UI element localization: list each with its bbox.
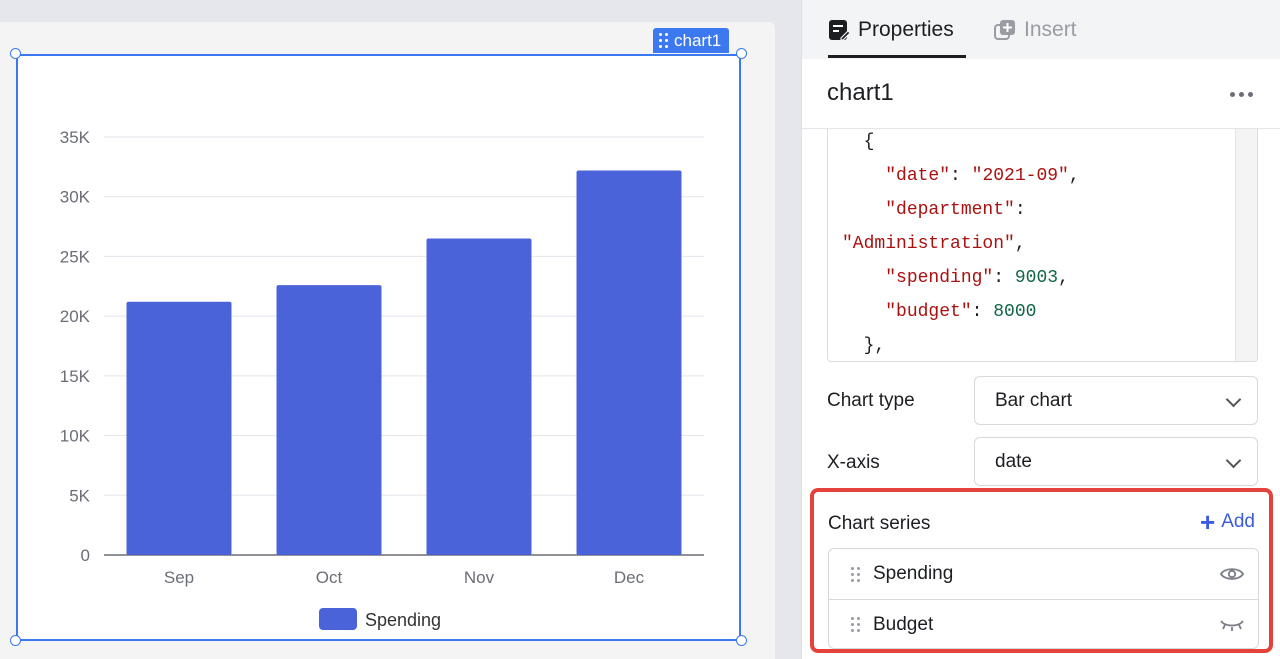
component-name[interactable]: chart1 — [827, 79, 894, 107]
x-tick-label: Sep — [164, 568, 194, 587]
data-code-editor[interactable]: { "date": "2021-09", "department": "Admin… — [827, 129, 1258, 362]
y-tick-label: 15K — [60, 367, 91, 386]
chart-type-select[interactable]: Bar chart — [974, 376, 1258, 425]
code-editor-scrollbar[interactable] — [1235, 129, 1257, 361]
chart-type-value: Bar chart — [995, 389, 1073, 411]
bar — [126, 301, 232, 555]
y-tick-label: 30K — [60, 188, 91, 207]
component-header: chart1 — [802, 59, 1280, 129]
x-axis-value: date — [995, 450, 1032, 472]
chart-component[interactable]: 0 5K 10K 15K 20K 25K 30K 35K Sep Oct Nov Dec Spendin… — [16, 54, 741, 641]
active-tab-indicator — [828, 55, 966, 58]
plus-icon: + — [1200, 507, 1216, 537]
chevron-down-icon — [1225, 391, 1242, 408]
add-series-label: Add — [1221, 511, 1255, 532]
add-series-button[interactable]: + Add — [1200, 507, 1255, 537]
tab-properties-label: Properties — [858, 17, 954, 41]
component-tag[interactable]: chart1 — [653, 28, 730, 53]
component-tag-label: chart1 — [674, 30, 722, 50]
series-name: Spending — [873, 563, 954, 584]
code-line: }, — [842, 336, 886, 356]
chart-type-label: Chart type — [827, 390, 915, 411]
code-line: "Administration", — [842, 234, 1026, 254]
legend-swatch — [319, 608, 357, 630]
chevron-down-icon — [1225, 452, 1242, 469]
drag-handle-icon[interactable] — [851, 566, 860, 582]
eye-icon[interactable] — [1220, 566, 1244, 582]
insert-icon — [994, 19, 1015, 40]
chart-series-section: Chart series + Add Spending Budget — [810, 488, 1273, 653]
y-tick-label: 0 — [81, 546, 90, 565]
resize-handle-top-left[interactable] — [10, 48, 21, 59]
tab-insert[interactable]: Insert — [994, 0, 1077, 59]
code-line: "budget": 8000 — [885, 302, 1037, 322]
legend-label: Spending — [365, 610, 441, 630]
y-tick-label: 10K — [60, 427, 91, 446]
bar — [576, 170, 682, 555]
code-line: "department": — [885, 200, 1026, 220]
resize-handle-top-right[interactable] — [736, 48, 747, 59]
resize-handle-bottom-left[interactable] — [10, 635, 21, 646]
properties-icon — [829, 19, 850, 41]
properties-panel: Properties Insert chart1 { "date": "2021… — [801, 0, 1280, 659]
eye-closed-icon[interactable] — [1220, 617, 1244, 633]
code-line: "date": "2021-09", — [885, 166, 1080, 186]
code-line: "spending": 9003, — [885, 268, 1069, 288]
series-name: Budget — [873, 613, 934, 635]
code-line: { — [842, 132, 875, 152]
series-list: Spending Budget — [828, 548, 1259, 649]
more-options-icon[interactable] — [1230, 92, 1253, 97]
bar-chart: 0 5K 10K 15K 20K 25K 30K 35K Sep Oct Nov Dec Spendin… — [60, 128, 704, 630]
panel-tabs: Properties Insert — [802, 0, 1280, 59]
x-tick-label: Dec — [614, 568, 645, 587]
x-tick-label: Oct — [316, 568, 343, 587]
resize-handle-bottom-right[interactable] — [736, 635, 747, 646]
x-axis-select[interactable]: date — [974, 437, 1258, 486]
y-tick-label: 5K — [69, 486, 90, 505]
x-tick-label: Nov — [464, 568, 495, 587]
y-tick-label: 20K — [60, 307, 91, 326]
series-item-budget[interactable]: Budget — [829, 599, 1258, 649]
drag-handle-icon[interactable] — [851, 617, 860, 632]
panel-body: { "date": "2021-09", "department": "Admin… — [802, 129, 1280, 659]
canvas: chart1 0 5K 10K 15K 20K 25K 30K 35K Sep Oct Nov Dec… — [0, 0, 800, 659]
y-tick-label: 35K — [60, 128, 91, 147]
drag-handle-icon[interactable] — [659, 33, 668, 48]
x-axis-label: X-axis — [827, 452, 880, 473]
tab-properties[interactable]: Properties — [828, 0, 954, 59]
y-tick-label: 25K — [60, 247, 91, 266]
series-item-spending[interactable]: Spending — [829, 549, 1258, 599]
tab-insert-label: Insert — [1024, 17, 1077, 41]
chart-series-title: Chart series — [828, 513, 931, 534]
bar — [426, 238, 532, 555]
bar — [276, 285, 382, 555]
